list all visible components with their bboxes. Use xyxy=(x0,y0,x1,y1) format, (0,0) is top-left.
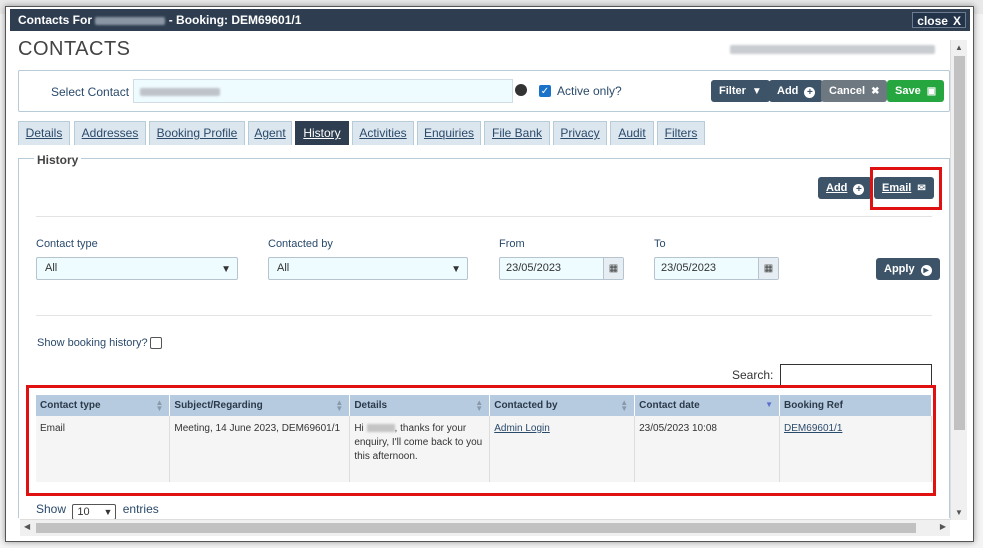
vertical-scrollbar[interactable]: ▲ ▼ xyxy=(950,40,967,520)
from-date-input[interactable]: 23/05/2023 ▦ xyxy=(499,257,624,280)
show-entries: Show 10 ▼ entries xyxy=(36,502,159,520)
scrollbar-thumb[interactable] xyxy=(954,56,965,430)
redacted-header-info xyxy=(730,45,935,54)
modal-titlebar: Contacts For - Booking: DEM69601/1 close… xyxy=(10,9,970,31)
show-label: Show xyxy=(36,502,67,516)
chevron-down-icon: ▼ xyxy=(451,264,461,275)
history-legend: History xyxy=(34,153,82,167)
play-circle-icon: ▸ xyxy=(920,265,932,276)
tab-filters[interactable]: Filters xyxy=(657,121,705,145)
filter-button[interactable]: Filter ▼ xyxy=(711,80,770,102)
close-icon: X xyxy=(952,14,961,28)
add-history-label: Add xyxy=(826,182,848,194)
tab-activities[interactable]: Activities xyxy=(352,121,414,145)
entries-select[interactable]: 10 ▼ xyxy=(72,504,117,520)
entries-label: entries xyxy=(122,502,159,516)
floppy-disk-icon: ▣ xyxy=(926,86,937,97)
select-contact-label: Select Contact xyxy=(51,85,130,99)
save-button[interactable]: Save ▣ xyxy=(887,80,945,102)
email-highlight-box xyxy=(870,167,942,210)
to-date-input[interactable]: 23/05/2023 ▦ xyxy=(654,257,779,280)
contacted-by-select[interactable]: All ▼ xyxy=(268,257,468,280)
contact-type-value: All xyxy=(45,262,58,274)
close-button[interactable]: close X xyxy=(912,12,966,28)
entries-value: 10 xyxy=(77,506,90,518)
modal-title-suffix: - Booking: DEM69601/1 xyxy=(168,13,302,27)
plus-circle-icon: + xyxy=(853,184,865,195)
contact-type-label: Contact type xyxy=(36,238,98,250)
redacted-contact-name xyxy=(140,87,220,96)
add-contact-button[interactable]: Add + xyxy=(769,80,824,102)
redacted-name xyxy=(95,16,166,25)
divider xyxy=(36,315,932,316)
scroll-right-icon[interactable]: ▶ xyxy=(940,522,946,531)
plus-circle-icon: + xyxy=(804,87,816,98)
show-booking-history-checkbox[interactable] xyxy=(150,337,162,349)
tab-audit[interactable]: Audit xyxy=(610,121,654,145)
tab-addresses[interactable]: Addresses xyxy=(74,121,146,145)
globe-icon[interactable] xyxy=(515,84,527,96)
select-contact-bar: Select Contact ✓ Active only? Filter ▼ Ad… xyxy=(18,70,950,112)
scrollbar-thumb[interactable] xyxy=(36,523,916,533)
cancel-label: Cancel xyxy=(829,85,866,97)
calendar-icon[interactable]: ▦ xyxy=(603,258,623,279)
add-history-button[interactable]: Add + xyxy=(818,177,873,199)
to-date-value: 23/05/2023 xyxy=(661,262,717,274)
calendar-icon[interactable]: ▦ xyxy=(758,258,778,279)
contacted-by-label: Contacted by xyxy=(268,238,333,250)
contacted-by-value: All xyxy=(277,262,290,274)
chevron-down-icon: ▼ xyxy=(103,507,113,517)
x-icon: ✖ xyxy=(871,86,880,97)
modal-title-prefix: Contacts For xyxy=(18,13,93,27)
tab-enquiries[interactable]: Enquiries xyxy=(417,121,481,145)
funnel-icon: ▼ xyxy=(751,86,762,97)
divider xyxy=(36,216,932,217)
contact-input[interactable] xyxy=(133,79,513,103)
active-only-checkbox[interactable]: ✓ xyxy=(539,85,551,97)
active-only-label: Active only? xyxy=(557,84,622,98)
close-label: close xyxy=(917,14,948,28)
search-input[interactable] xyxy=(780,364,932,386)
scroll-up-icon[interactable]: ▲ xyxy=(955,43,963,52)
apply-button[interactable]: Apply ▸ xyxy=(876,258,940,280)
search-label: Search: xyxy=(732,368,774,382)
add-contact-label: Add xyxy=(777,85,799,97)
scroll-down-icon[interactable]: ▼ xyxy=(955,508,963,517)
table-highlight-box xyxy=(26,385,936,496)
tab-file-bank[interactable]: File Bank xyxy=(484,121,550,145)
from-label: From xyxy=(499,238,525,250)
show-booking-history-label: Show booking history? xyxy=(37,337,148,349)
tab-booking-profile[interactable]: Booking Profile xyxy=(149,121,245,145)
tab-agent[interactable]: Agent xyxy=(248,121,292,145)
horizontal-scrollbar[interactable]: ◀ ▶ xyxy=(20,519,950,536)
to-label: To xyxy=(654,238,666,250)
contact-type-select[interactable]: All ▼ xyxy=(36,257,238,280)
from-date-value: 23/05/2023 xyxy=(506,262,562,274)
save-label: Save xyxy=(895,85,921,97)
cancel-button[interactable]: Cancel ✖ xyxy=(821,80,888,102)
tab-privacy[interactable]: Privacy xyxy=(553,121,607,145)
tab-history[interactable]: History xyxy=(295,121,349,145)
apply-label: Apply xyxy=(884,263,915,275)
page-title: CONTACTS xyxy=(18,38,131,60)
tab-details[interactable]: Details xyxy=(18,121,70,145)
chevron-down-icon: ▼ xyxy=(221,264,231,275)
scroll-left-icon[interactable]: ◀ xyxy=(24,522,30,531)
filter-label: Filter xyxy=(719,85,746,97)
